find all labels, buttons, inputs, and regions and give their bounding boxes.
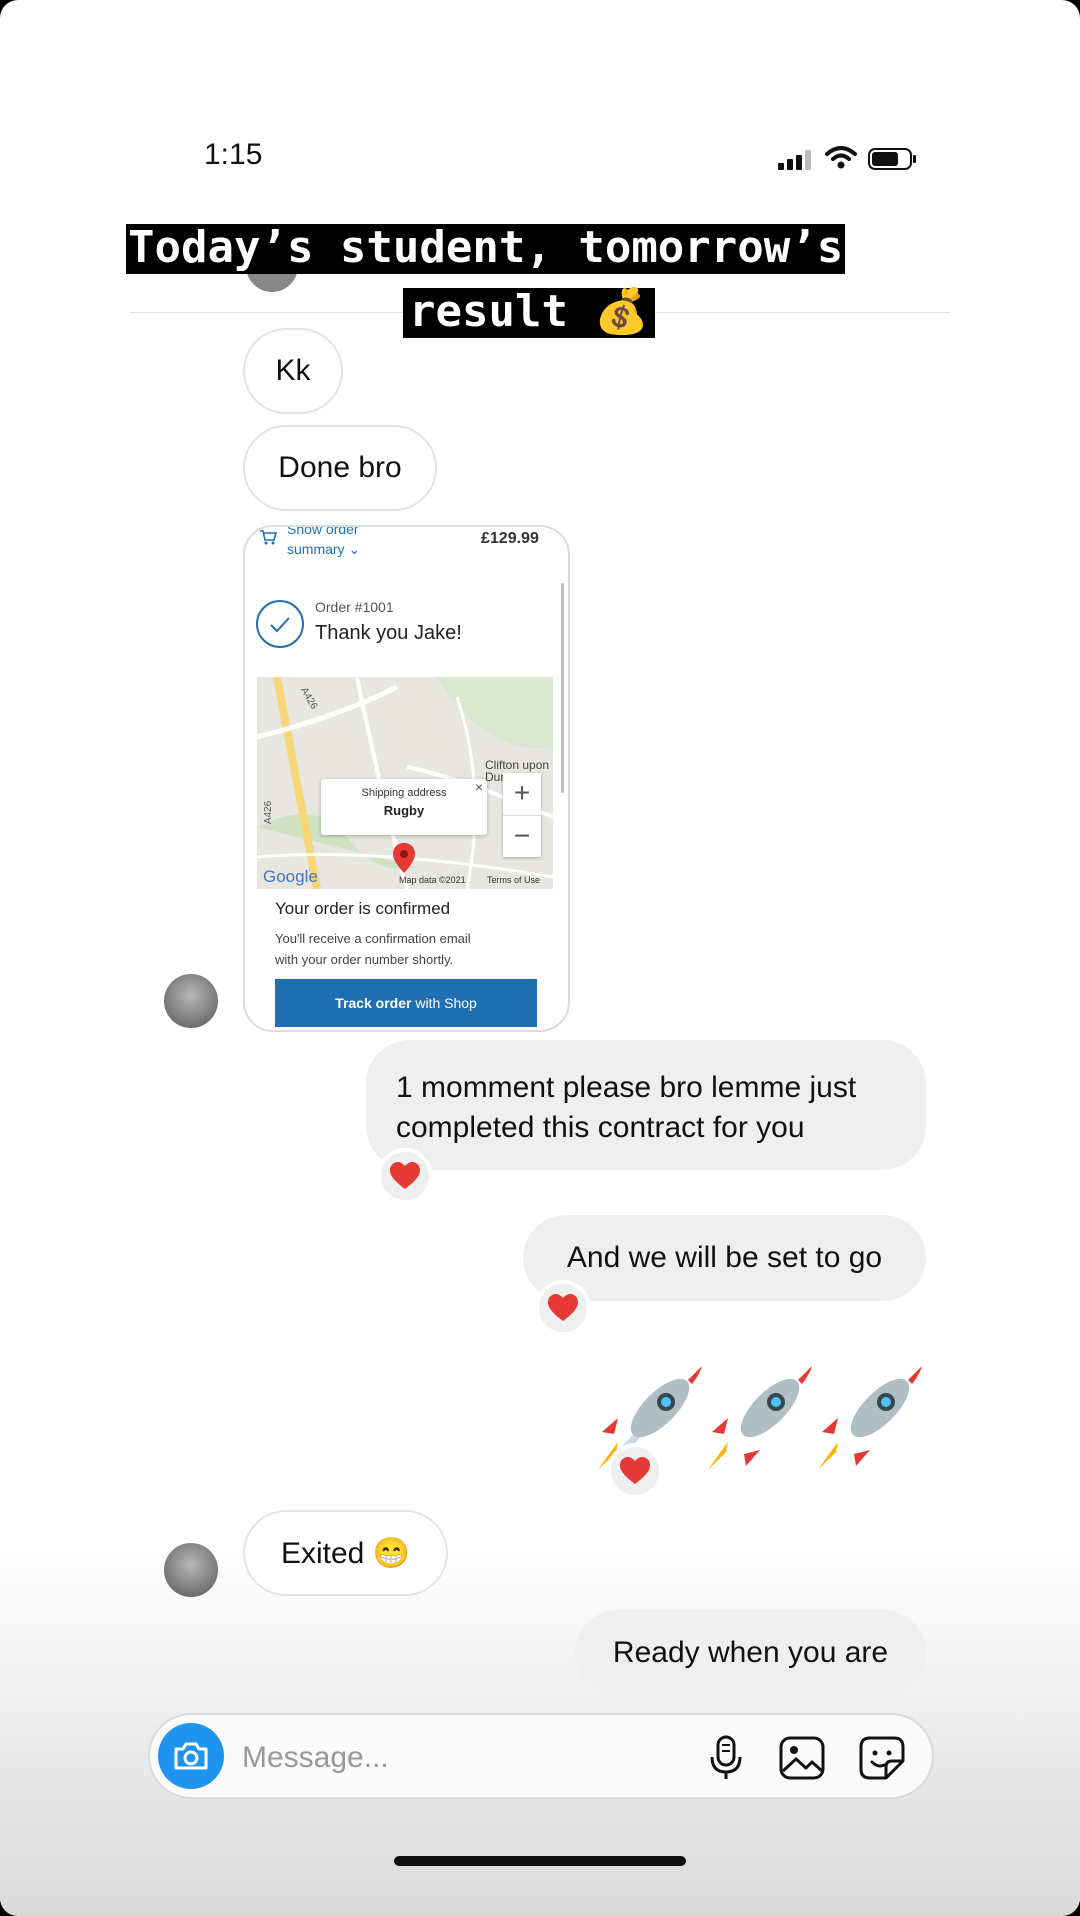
reaction-heart[interactable] [377, 1148, 433, 1204]
order-price: £129.99 [481, 530, 539, 547]
sticker-icon[interactable] [858, 1735, 906, 1781]
story-caption-line-1: Today’s student, tomorrow’s [126, 222, 846, 274]
rocket-icon [708, 1366, 812, 1470]
message-text: Kk [275, 354, 311, 387]
order-confirmation-screenshot[interactable]: Show order summary ⌄ £129.99 Order #1001… [243, 525, 570, 1032]
camera-button[interactable] [158, 1723, 224, 1789]
message-text: Ready when you are [612, 1636, 889, 1669]
popup-title: Shipping address [361, 787, 447, 799]
sender-avatar[interactable] [164, 1543, 218, 1597]
gallery-icon[interactable] [778, 1735, 826, 1781]
google-logo: Google [263, 867, 318, 886]
map-data-label: Map data ©2021 [399, 875, 466, 885]
message-text: Exited 😁 [280, 1536, 411, 1570]
popup-value: Rugby [383, 803, 425, 818]
reaction-heart[interactable] [607, 1443, 663, 1499]
message-input[interactable] [240, 1737, 664, 1779]
zoom-in-button[interactable]: + [503, 773, 541, 816]
message-bubble-moment[interactable]: 1 momment please bro lemme just complete… [366, 1040, 926, 1170]
zoom-out-button[interactable]: − [503, 816, 541, 858]
message-composer [148, 1713, 934, 1799]
scrollbar[interactable] [561, 583, 564, 793]
sender-avatar[interactable] [164, 974, 218, 1028]
cart-icon [260, 530, 277, 545]
check-circle-icon [256, 600, 304, 648]
message-bubble-done[interactable]: Done bro [243, 425, 437, 511]
status-bar: 1:15 [130, 138, 930, 178]
shipping-address-popup: Shipping address Rugby × [321, 779, 487, 835]
track-order-suffix: with Shop [411, 995, 477, 1011]
signal-icon [778, 150, 811, 170]
confirmed-heading: Your order is confirmed [275, 899, 451, 918]
camera-icon [174, 1742, 208, 1770]
heart-icon [620, 1457, 650, 1484]
map-terms-link[interactable]: Terms of Use [487, 875, 540, 885]
popup-close-icon[interactable]: × [475, 779, 483, 795]
wifi-icon [825, 146, 857, 169]
message-text-line-1: 1 momment please bro lemme just [396, 1071, 857, 1104]
message-bubble-exited[interactable]: Exited 😁 [243, 1510, 448, 1596]
order-summary-label-1: Show order [287, 525, 359, 537]
shipping-map[interactable]: A426 A426 Clifton upon Dunsmore Shipping… [257, 677, 553, 889]
reaction-heart[interactable] [535, 1280, 591, 1336]
map-road-label: A426 [263, 800, 275, 825]
story-caption-line-2: result 💰 [403, 288, 656, 338]
order-summary-label-2: summary [287, 541, 345, 557]
message-text: Done bro [278, 451, 402, 484]
confirmed-text-line-1: You'll receive a confirmation email [275, 931, 471, 946]
message-bubble-kk[interactable]: Kk [243, 328, 343, 414]
rocket-icon [818, 1366, 922, 1470]
message-bubble-ready[interactable]: Ready when you are [575, 1610, 926, 1696]
home-indicator[interactable] [394, 1856, 686, 1866]
thank-you-heading: Thank you Jake! [315, 622, 462, 644]
message-text: And we will be set to go [566, 1241, 883, 1274]
heart-icon [548, 1294, 578, 1321]
battery-icon [868, 148, 916, 170]
order-number: Order #1001 [315, 599, 394, 615]
track-order-label: Track order [335, 995, 412, 1011]
map-zoom-controls: + − [503, 773, 541, 857]
confirmed-text-line-2: with your order number shortly. [275, 952, 454, 967]
message-text-line-2: completed this contract for you [396, 1111, 805, 1144]
order-summary-toggle[interactable]: Show order summary ⌄ [287, 525, 361, 557]
chevron-down-icon: ⌄ [348, 541, 361, 557]
map-pin-icon [393, 843, 415, 873]
heart-icon [390, 1162, 420, 1189]
status-time: 1:15 [204, 138, 263, 171]
track-order-button[interactable]: Track order with Shop [275, 979, 537, 1027]
microphone-icon[interactable] [708, 1735, 744, 1781]
story-frame: 1:15 Today’s student, tomorrow’s result … [0, 0, 1080, 1916]
